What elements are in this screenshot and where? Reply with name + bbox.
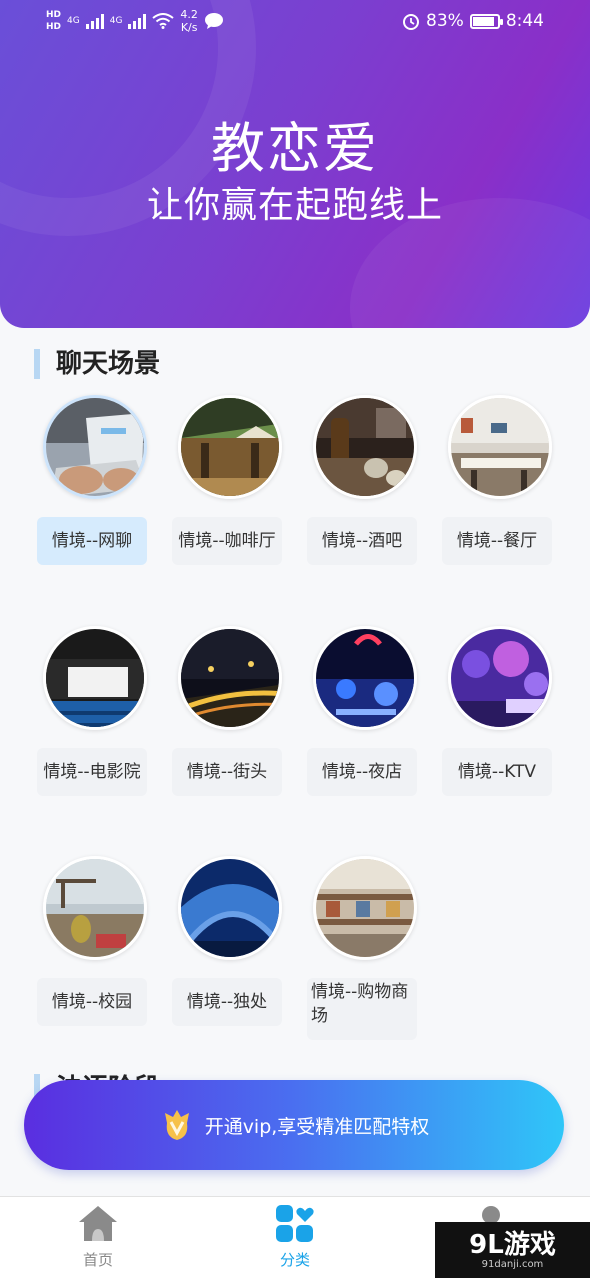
signal-icon [85, 13, 104, 29]
tab-category[interactable]: 分类 [245, 1203, 345, 1270]
scene-image [43, 395, 147, 499]
section-title-chat-scenes: 聊天场景 [34, 349, 160, 379]
scene-label: 情境--餐厅 [442, 517, 552, 565]
scene-image [313, 856, 417, 960]
scene-label: 情境--网聊 [37, 517, 147, 565]
status-bar: HD HD 4G 4G 4.2 K/s 83% 8:44 [46, 8, 544, 34]
scene-label: 情境--独处 [172, 978, 282, 1026]
vip-text: 开通vip,享受精准匹配特权 [204, 1115, 430, 1138]
scene-label: 情境--KTV [442, 748, 552, 796]
scene-image [178, 626, 282, 730]
scene-image [43, 856, 147, 960]
scene-label: 情境--咖啡厅 [172, 517, 282, 565]
scene-label: 情境--校园 [37, 978, 147, 1026]
scene-label: 情境--酒吧 [307, 517, 417, 565]
wifi-icon [152, 13, 175, 29]
watermark-logo: 9L游戏 91danji.com [435, 1222, 590, 1278]
message-icon [204, 13, 223, 29]
category-icon [276, 1205, 314, 1242]
scene-label: 情境--夜店 [307, 748, 417, 796]
home-icon [79, 1206, 117, 1241]
signal-icon [128, 13, 147, 29]
hero-banner: HD HD 4G 4G 4.2 K/s 83% 8:44 教恋爱 让你赢在起跑线… [0, 0, 590, 328]
hero-subtitle: 让你赢在起跑线上 [146, 185, 443, 226]
alarm-icon [403, 14, 420, 30]
network-speed: 4.2 K/s [180, 8, 198, 34]
tab-home[interactable]: 首页 [48, 1203, 148, 1270]
battery-icon [469, 13, 503, 29]
hd-indicator: HD HD [46, 10, 62, 32]
scene-label: 情境--购物商场 [307, 978, 417, 1040]
scene-image [313, 626, 417, 730]
scene-image [448, 395, 552, 499]
scene-label: 情境--街头 [172, 748, 282, 796]
vip-crown-icon [164, 1110, 189, 1140]
clock: 8:44 [505, 11, 544, 31]
scene-image [448, 626, 552, 730]
hero-title: 教恋爱 [211, 117, 379, 180]
battery-percent: 83% [426, 11, 464, 31]
scene-label: 情境--电影院 [37, 748, 147, 796]
scene-image [178, 856, 282, 960]
scene-image [43, 626, 147, 730]
scene-image [178, 395, 282, 499]
scene-image [313, 395, 417, 499]
vip-upgrade-button[interactable]: 开通vip,享受精准匹配特权 [24, 1080, 564, 1170]
